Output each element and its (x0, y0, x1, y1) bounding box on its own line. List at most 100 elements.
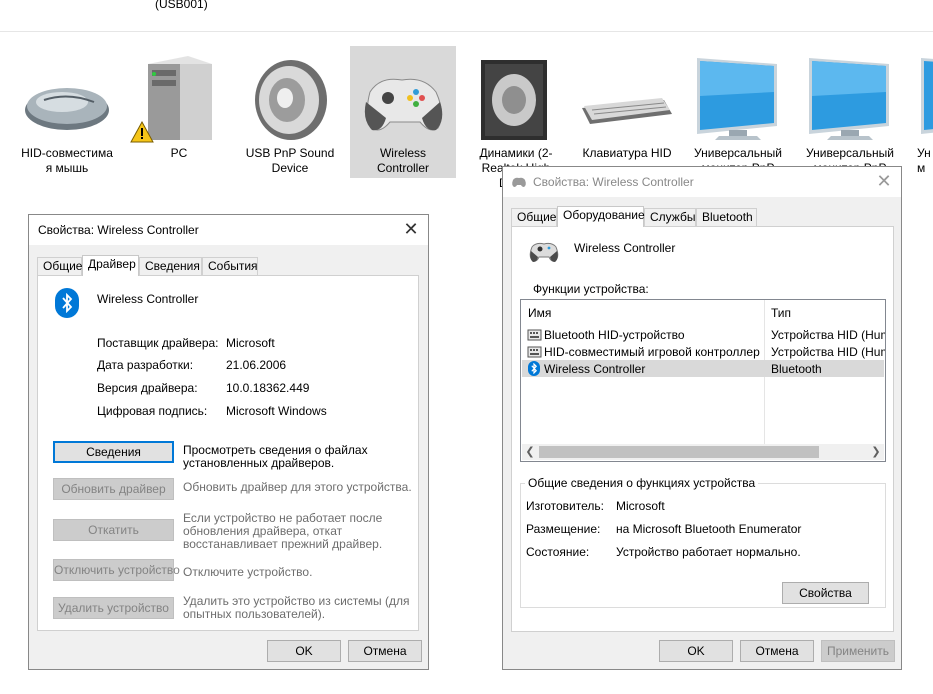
properties-button[interactable]: Свойства (782, 582, 869, 604)
divider (0, 31, 933, 32)
device-name: Wireless Controller (97, 292, 199, 306)
device-hid-keyboard[interactable]: Клавиатура HID (574, 46, 680, 178)
title-bar[interactable]: Свойства: Wireless Controller ✕ (503, 167, 901, 197)
speaker-icon (255, 60, 327, 140)
status-value: Устройство работает нормально. (616, 545, 801, 559)
warning-icon (130, 121, 154, 143)
hid-device-icon (527, 346, 542, 358)
tab-strip: Общие Оборудование Службы Bluetooth (511, 206, 891, 227)
device-usb-sound[interactable]: USB PnP Sound Device (237, 46, 343, 178)
rollback-driver-button[interactable]: Откатить (53, 519, 174, 541)
device-label: Клавиатура HID (582, 146, 672, 160)
hardware-tab-panel: Wireless Controller Функции устройства: … (511, 226, 894, 632)
driver-date-label: Дата разработки: (97, 358, 194, 372)
device-wireless-controller[interactable]: Wireless Controller (350, 46, 456, 178)
disable-device-desc: Отключите устройство. (183, 565, 313, 579)
scroll-thumb[interactable] (539, 446, 819, 458)
monitor-icon (809, 58, 889, 140)
row-name: Bluetooth HID-устройство (544, 328, 685, 342)
apply-button[interactable]: Применить (821, 640, 895, 662)
uninstall-device-button[interactable]: Удалить устройство (53, 597, 174, 619)
device-pc[interactable]: PC (126, 46, 232, 178)
keyboard-icon (582, 98, 672, 124)
functions-label: Функции устройства: (533, 282, 649, 296)
device-monitor-2[interactable]: Универсальный монитор PnP (797, 46, 903, 178)
manufacturer-label: Изготовитель: (526, 499, 604, 513)
uninstall-device-desc: Удалить это устройство из системы (для о… (183, 594, 410, 621)
scroll-left-icon[interactable]: ❮ (522, 444, 538, 460)
status-label: Состояние: (526, 545, 590, 559)
close-button[interactable]: ✕ (873, 171, 895, 193)
device-monitor-1[interactable]: Универсальный монитор PnP (685, 46, 791, 178)
tab-services[interactable]: Службы (644, 208, 696, 226)
driver-provider-value: Microsoft (226, 336, 275, 350)
manufacturer-value: Microsoft (616, 499, 665, 513)
scroll-right-icon[interactable]: ❯ (868, 444, 884, 460)
speaker-box-icon (481, 60, 547, 140)
hid-device-icon (527, 329, 542, 341)
hardware-properties-dialog: Свойства: Wireless Controller ✕ Общие Об… (502, 166, 902, 670)
update-driver-button[interactable]: Обновить драйвер (53, 478, 174, 500)
update-driver-desc: Обновить драйвер для этого устройства. (183, 480, 412, 494)
driver-details-button[interactable]: Сведения (53, 441, 174, 463)
driver-properties-dialog: Свойства: Wireless Controller ✕ Общие Др… (28, 214, 429, 670)
list-header: Имя Тип (521, 300, 885, 326)
bluetooth-icon (55, 288, 79, 318)
device-function-summary-group: Общие сведения о функциях устройства Изг… (520, 476, 886, 608)
device-monitor-3[interactable]: Ун м (909, 46, 933, 178)
device-label: Wireless Controller (376, 146, 430, 175)
ok-button[interactable]: OK (659, 640, 733, 662)
device-location-label: (USB001) (155, 0, 208, 11)
digital-signature-label: Цифровая подпись: (97, 404, 208, 418)
location-label: Размещение: (526, 522, 601, 536)
gamepad-icon (364, 78, 443, 131)
cancel-button[interactable]: Отмена (740, 640, 814, 662)
row-name: Wireless Controller (544, 362, 646, 376)
tab-general[interactable]: Общие (511, 208, 557, 226)
driver-version-label: Версия драйвера: (97, 381, 198, 395)
cancel-button[interactable]: Отмена (348, 640, 422, 662)
tab-hardware[interactable]: Оборудование (557, 206, 645, 227)
digital-signature-value: Microsoft Windows (226, 404, 327, 418)
device-label: PC (170, 146, 188, 160)
device-hid-mouse[interactable]: HID-совместима я мышь (14, 46, 120, 178)
list-item[interactable]: Bluetooth HID-устройство Устройства HID … (522, 326, 886, 343)
device-label: HID-совместима я мышь (21, 146, 113, 175)
device-functions-list[interactable]: Имя Тип Bluetooth HID-устройство Устройс… (520, 299, 886, 462)
list-item[interactable]: HID-совместимый игровой контроллер Устро… (522, 343, 886, 360)
disable-device-button[interactable]: Отключить устройство (53, 559, 180, 581)
ok-button[interactable]: OK (267, 640, 341, 662)
driver-date-value: 21.06.2006 (226, 358, 287, 372)
mouse-icon (25, 88, 109, 130)
row-type: Устройства HID (Huma (771, 345, 886, 359)
gamepad-icon (512, 177, 526, 187)
horizontal-scrollbar[interactable]: ❮ ❯ (522, 444, 884, 460)
tab-bluetooth[interactable]: Bluetooth (696, 208, 757, 226)
tab-driver[interactable]: Драйвер (82, 255, 139, 276)
device-name: Wireless Controller (574, 241, 676, 255)
bluetooth-icon (528, 361, 540, 376)
tab-general[interactable]: Общие (37, 257, 82, 275)
column-type[interactable]: Тип (771, 306, 791, 320)
group-title: Общие сведения о функциях устройства (525, 476, 759, 490)
list-item-selected[interactable]: Wireless Controller Bluetooth (522, 360, 884, 377)
row-type: Устройства HID (Huma (771, 328, 886, 342)
column-name[interactable]: Имя (528, 306, 551, 320)
device-label: Ун м (917, 146, 931, 175)
title-bar[interactable]: Свойства: Wireless Controller ✕ (29, 215, 428, 245)
dialog-title: Свойства: Wireless Controller (533, 175, 694, 189)
close-button[interactable]: ✕ (400, 219, 422, 241)
device-label: USB PnP Sound Device (245, 146, 335, 175)
row-type: Bluetooth (771, 362, 822, 376)
location-value: на Microsoft Bluetooth Enumerator (616, 522, 802, 536)
device-speakers[interactable]: Динамики (2- Realtek High Definit (463, 46, 569, 190)
tab-events[interactable]: События (202, 257, 258, 275)
tab-details[interactable]: Сведения (139, 257, 202, 275)
dialog-title: Свойства: Wireless Controller (38, 223, 199, 237)
row-name: HID-совместимый игровой контроллер (544, 345, 760, 359)
monitor-icon (697, 58, 777, 140)
driver-details-desc: Просмотреть сведения о файлах установлен… (183, 443, 368, 470)
driver-version-value: 10.0.18362.449 (226, 381, 310, 395)
driver-provider-label: Поставщик драйвера: (97, 336, 219, 350)
tab-strip: Общие Драйвер Сведения События (37, 255, 417, 276)
